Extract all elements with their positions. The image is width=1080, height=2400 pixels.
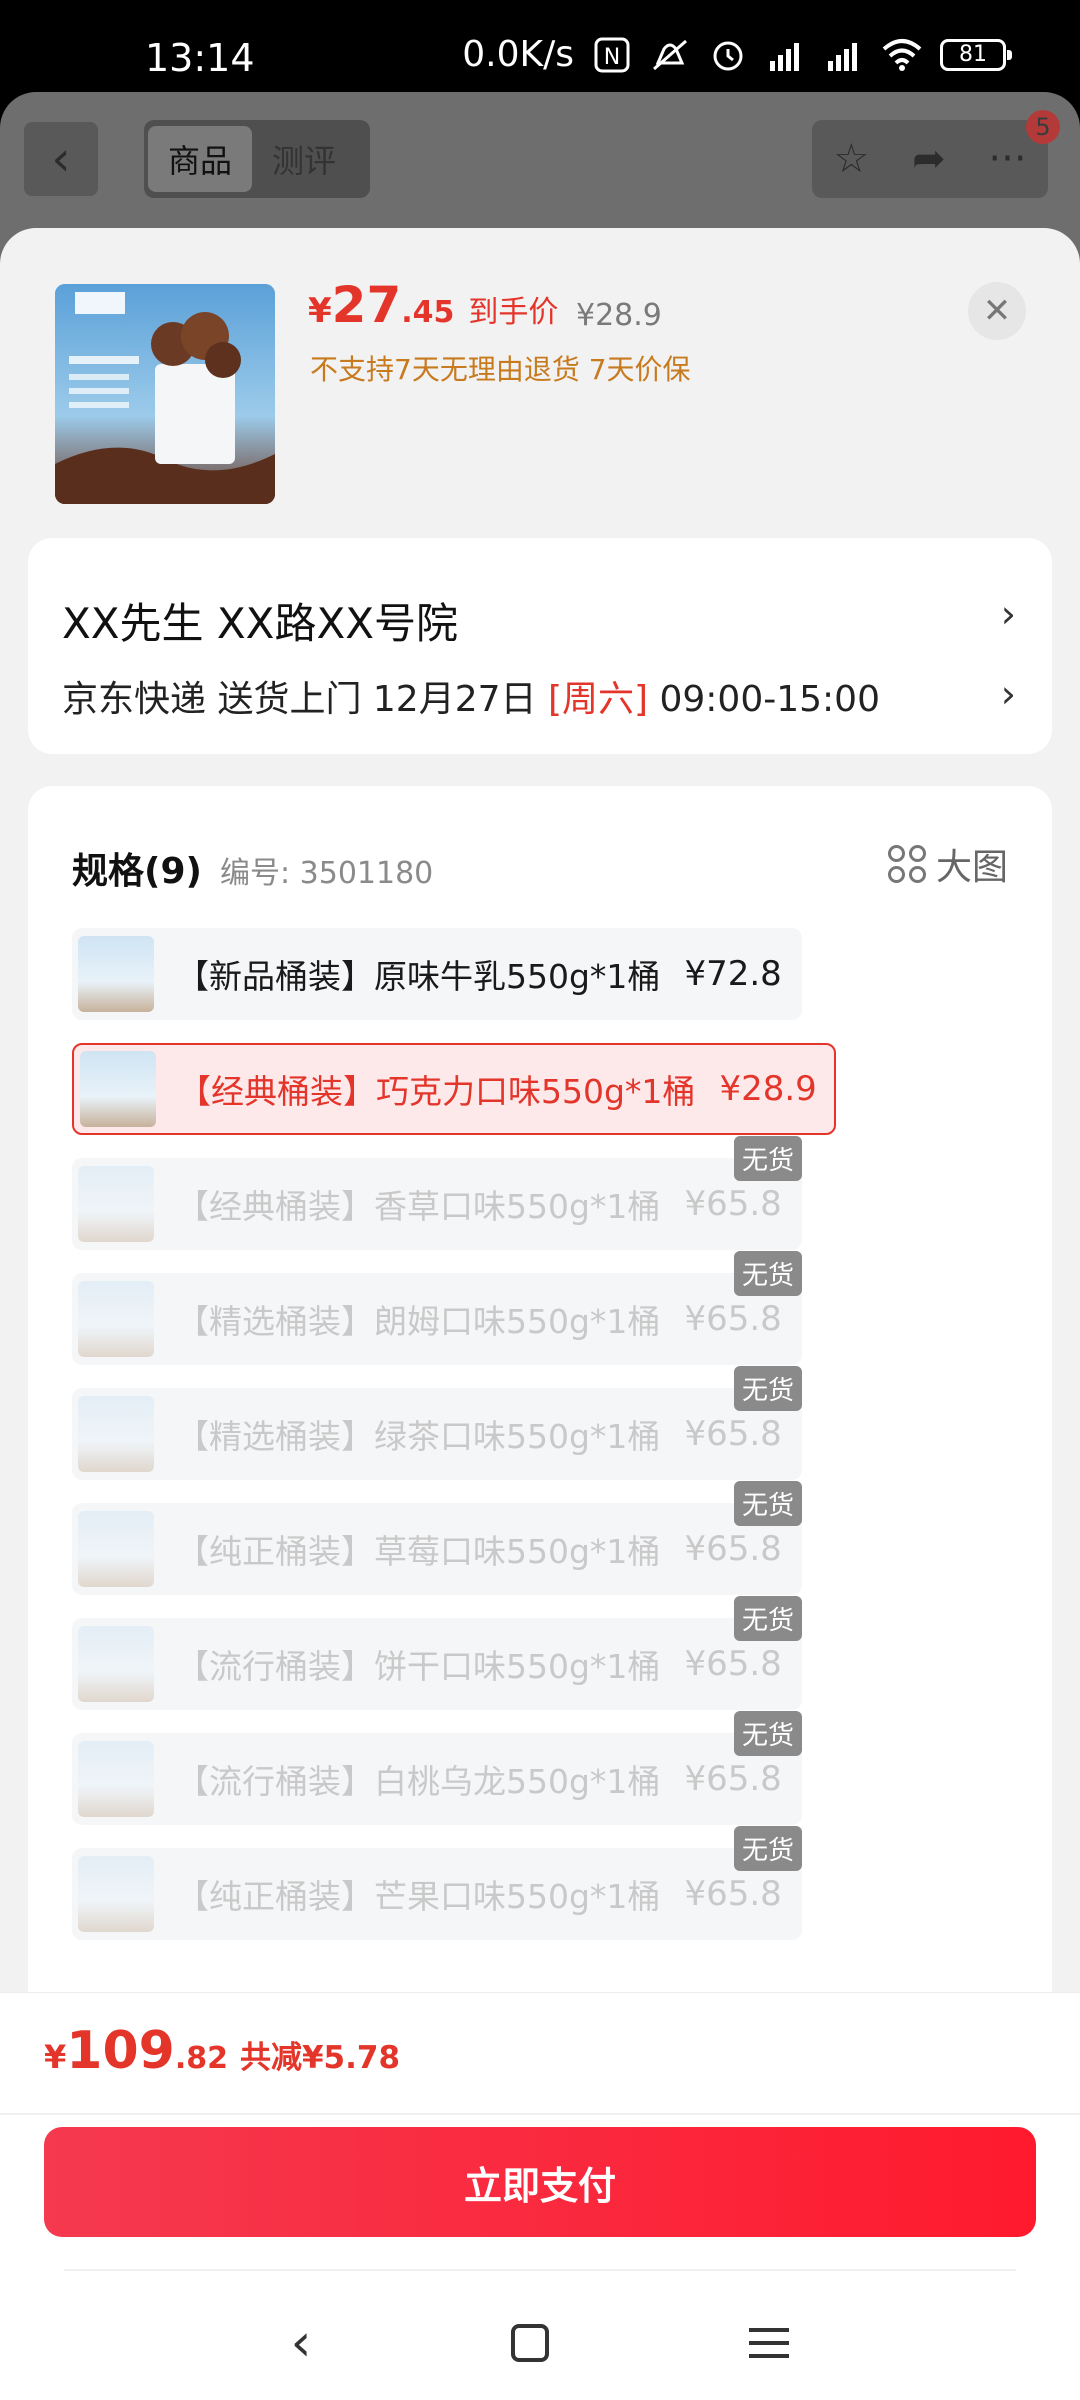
spec-option-0[interactable]: 【新品桶装】原味牛乳550g*1桶 ¥72.8 — [72, 928, 802, 1020]
option-price: ¥72.8 — [684, 954, 782, 994]
option-price: ¥65.8 — [684, 1644, 782, 1684]
address-line: XX先生 XX路XX号院 — [62, 599, 458, 648]
option-name: 【精选桶装】朗姆口味550g*1桶 — [176, 1302, 661, 1341]
status-icons: 0.0K/s N 81 — [462, 34, 1012, 75]
nav-menu-icon[interactable] — [749, 2328, 790, 2358]
option-name: 【新品桶装】原味牛乳550g*1桶 — [176, 957, 661, 996]
tab-review: 测评 — [271, 142, 336, 180]
option-price: ¥65.8 — [684, 1529, 782, 1569]
option-thumbnail — [78, 1626, 154, 1702]
no-stock-badge: 无货 — [733, 1596, 802, 1641]
background-tabs: 商品 测评 — [144, 120, 370, 198]
no-stock-badge: 无货 — [733, 1251, 802, 1296]
status-time: 13:14 — [145, 36, 255, 80]
spec-option-7[interactable]: 【流行桶装】白桃乌龙550g*1桶 ¥65.8 无货 — [72, 1711, 802, 1825]
address-card[interactable]: XX先生 XX路XX号院 › 京东快递 送货上门 12月27日 [周六] 09:… — [28, 538, 1052, 754]
no-stock-badge: 无货 — [733, 1136, 802, 1181]
close-icon: ✕ — [982, 291, 1012, 331]
option-name: 【纯正桶装】草莓口味550g*1桶 — [176, 1532, 661, 1571]
product-image[interactable] — [55, 284, 275, 504]
nfc-icon: N — [592, 37, 632, 73]
option-price: ¥65.8 — [684, 1759, 782, 1799]
spec-option-1[interactable]: 【经典桶装】巧克力口味550g*1桶 ¥28.9 — [72, 1043, 836, 1135]
spec-option-2[interactable]: 【经典桶装】香草口味550g*1桶 ¥65.8 无货 — [72, 1136, 802, 1250]
option-price: ¥65.8 — [684, 1414, 782, 1454]
option-price: ¥65.8 — [684, 1184, 782, 1224]
grid-icon — [887, 845, 926, 883]
more-icon: ··· — [988, 136, 1027, 182]
chevron-right-icon: › — [1000, 672, 1016, 716]
tab-goods: 商品 — [148, 126, 252, 192]
spec-code: 编号: 3501180 — [220, 856, 434, 891]
deal-price: ¥27.45 到手价 — [308, 276, 559, 334]
option-thumbnail — [80, 1051, 156, 1127]
background-actions: ☆ ➦ ··· — [812, 120, 1048, 198]
total-price: ¥109.82 共减¥5.78 — [44, 2021, 401, 2081]
nav-home-icon[interactable] — [511, 2324, 550, 2362]
option-thumbnail — [78, 1166, 154, 1242]
favorite-icon: ☆ — [833, 136, 870, 182]
spec-option-6[interactable]: 【流行桶装】饼干口味550g*1桶 ¥65.8 无货 — [72, 1596, 802, 1710]
return-policy: 不支持7天无理由退货 7天价保 — [310, 353, 691, 386]
option-thumbnail — [78, 1856, 154, 1932]
option-thumbnail — [78, 936, 154, 1012]
option-thumbnail — [78, 1741, 154, 1817]
spec-option-3[interactable]: 【精选桶装】朗姆口味550g*1桶 ¥65.8 无货 — [72, 1251, 802, 1365]
wifi-icon — [882, 37, 922, 73]
checkout-bar: ¥109.82 共减¥5.78 立即支付 ‹ — [0, 1992, 1080, 2400]
option-price: ¥65.8 — [684, 1299, 782, 1339]
divider — [64, 2269, 1016, 2271]
close-button[interactable]: ✕ — [968, 282, 1026, 340]
option-thumbnail — [78, 1281, 154, 1357]
option-name: 【纯正桶装】芒果口味550g*1桶 — [176, 1877, 661, 1916]
option-name: 【经典桶装】巧克力口味550g*1桶 — [178, 1072, 696, 1111]
signal-2-icon — [824, 37, 864, 73]
option-name: 【流行桶装】白桃乌龙550g*1桶 — [176, 1762, 661, 1801]
system-nav-bar: ‹ — [0, 2303, 1080, 2383]
option-price: ¥65.8 — [684, 1874, 782, 1914]
option-thumbnail — [78, 1396, 154, 1472]
battery-indicator: 81 — [940, 38, 1012, 71]
option-thumbnail — [78, 1511, 154, 1587]
option-price: ¥28.9 — [719, 1069, 817, 1109]
spec-option-8[interactable]: 【纯正桶装】芒果口味550g*1桶 ¥65.8 无货 — [72, 1826, 802, 1940]
original-price: ¥28.9 — [576, 298, 662, 333]
delivery-weekday: [周六] — [547, 679, 649, 720]
pay-now-button[interactable]: 立即支付 — [44, 2127, 1036, 2237]
network-speed: 0.0K/s — [462, 34, 574, 75]
svg-text:N: N — [604, 45, 620, 70]
spec-title: 规格(9) — [72, 851, 202, 892]
spec-option-4[interactable]: 【精选桶装】绿茶口味550g*1桶 ¥65.8 无货 — [72, 1366, 802, 1480]
status-bar: 13:14 0.0K/s N 81 — [0, 0, 1080, 92]
option-name: 【流行桶装】饼干口味550g*1桶 — [176, 1647, 661, 1686]
no-stock-badge: 无货 — [733, 1366, 802, 1411]
big-picture-toggle[interactable]: 大图 — [887, 838, 1008, 890]
no-stock-badge: 无货 — [733, 1826, 802, 1871]
spec-option-5[interactable]: 【纯正桶装】草莓口味550g*1桶 ¥65.8 无货 — [72, 1481, 802, 1595]
no-stock-badge: 无货 — [733, 1711, 802, 1756]
delivery-line[interactable]: 京东快递 送货上门 12月27日 [周六] 09:00-15:00 — [62, 670, 880, 722]
mute-icon — [650, 37, 690, 73]
discount-total: 共减¥5.78 — [239, 2040, 401, 2076]
nav-back-icon[interactable]: ‹ — [291, 2313, 312, 2373]
alarm-icon — [708, 37, 748, 73]
share-icon: ➦ — [912, 136, 946, 182]
no-stock-badge: 无货 — [733, 1481, 802, 1526]
chevron-right-icon: › — [1000, 592, 1016, 636]
signal-1-icon — [766, 37, 806, 73]
option-name: 【经典桶装】香草口味550g*1桶 — [176, 1187, 661, 1226]
divider — [0, 2113, 1080, 2115]
message-badge: 5 — [1026, 110, 1060, 144]
option-name: 【精选桶装】绿茶口味550g*1桶 — [176, 1417, 661, 1456]
back-icon: ‹ — [24, 122, 98, 196]
